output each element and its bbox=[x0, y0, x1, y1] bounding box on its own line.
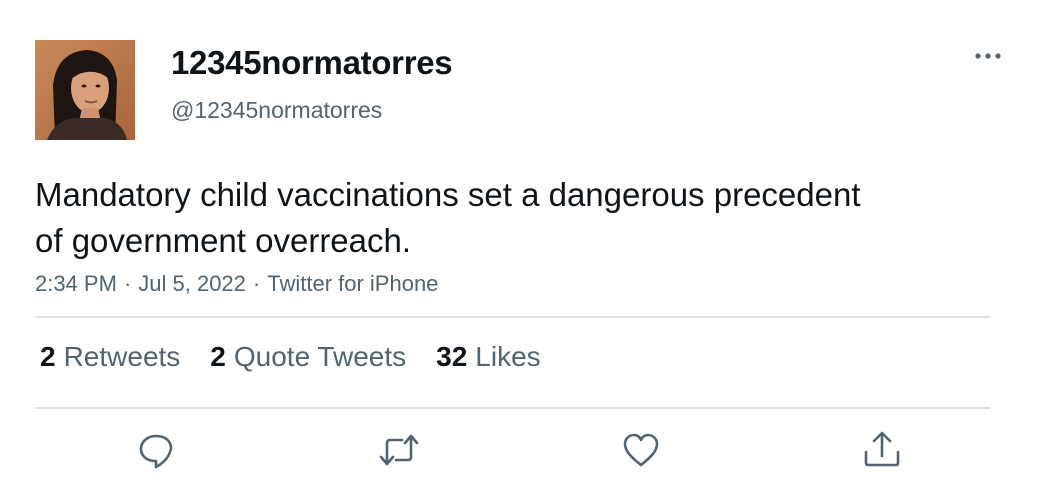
retweets-count: 2 bbox=[40, 341, 56, 372]
like-icon[interactable] bbox=[621, 430, 661, 470]
display-name[interactable]: 12345normatorres bbox=[171, 44, 453, 82]
avatar[interactable] bbox=[35, 40, 135, 140]
meta-separator: · bbox=[123, 271, 132, 296]
quote-tweets-label: Quote Tweets bbox=[233, 341, 407, 372]
divider bbox=[35, 316, 990, 318]
retweet-icon[interactable] bbox=[378, 430, 419, 470]
tweet-text: Mandatory child vaccinations set a dange… bbox=[35, 172, 985, 264]
tweet-metadata: 2:34 PM · Jul 5, 2022 · Twitter for iPhone bbox=[35, 271, 438, 297]
tweet-text-line: Mandatory child vaccinations set a dange… bbox=[35, 176, 861, 213]
quote-tweets-count: 2 bbox=[210, 341, 226, 372]
retweets-stat[interactable]: 2 Retweets bbox=[40, 341, 180, 373]
likes-label: Likes bbox=[475, 341, 541, 372]
divider bbox=[35, 407, 990, 409]
tweet-time[interactable]: 2:34 PM bbox=[35, 271, 117, 296]
profile-photo-icon bbox=[35, 40, 135, 140]
share-icon[interactable] bbox=[862, 430, 902, 470]
tweet-text-line: of government overreach. bbox=[35, 222, 412, 259]
meta-separator: · bbox=[252, 271, 261, 296]
likes-count: 32 bbox=[436, 341, 468, 372]
engagement-stats: 2 Retweets 2 Quote Tweets 32 Likes bbox=[40, 341, 571, 373]
user-handle[interactable]: @12345normatorres bbox=[171, 97, 382, 124]
tweet-card: 12345normatorres @12345normatorres Manda… bbox=[0, 0, 1050, 480]
likes-stat[interactable]: 32 Likes bbox=[436, 341, 541, 373]
tweet-date[interactable]: Jul 5, 2022 bbox=[138, 271, 246, 296]
tweet-source[interactable]: Twitter for iPhone bbox=[267, 271, 438, 296]
more-options-icon[interactable] bbox=[970, 44, 1006, 68]
reply-icon[interactable] bbox=[136, 430, 176, 470]
retweets-label: Retweets bbox=[63, 341, 181, 372]
quote-tweets-stat[interactable]: 2 Quote Tweets bbox=[210, 341, 406, 373]
